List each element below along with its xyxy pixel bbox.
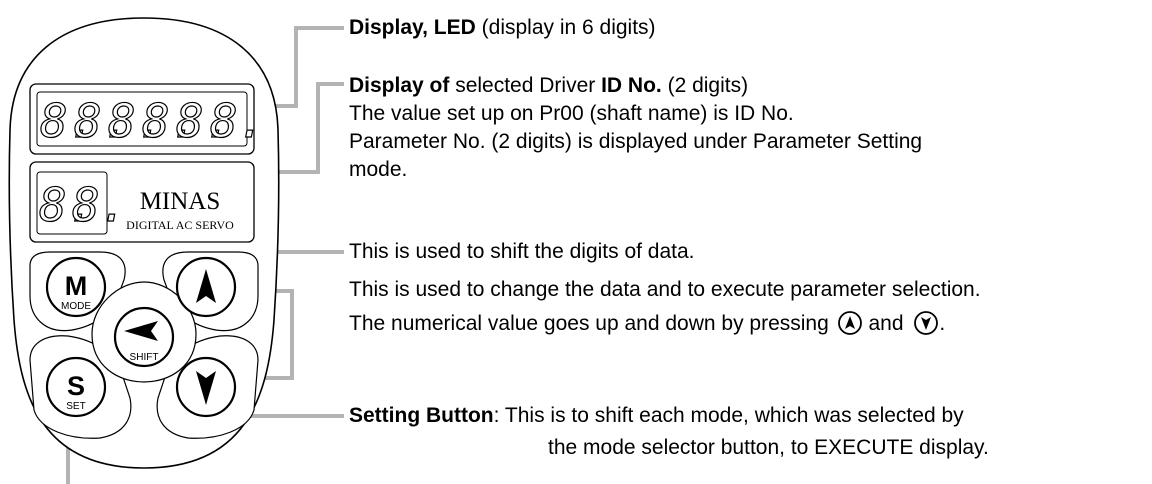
brand-name: MINAS [140,188,221,215]
id-digit: 8. [72,178,127,232]
callout-id-line2: The value set up on Pr00 (shaft name) is… [349,102,794,125]
mode-button-caption: MODE [61,301,91,312]
callout-id-line1: Display of selected Driver ID No. (2 dig… [349,72,922,100]
up-button[interactable] [175,256,237,318]
callout-updown-line2: The numerical value goes up and down by … [349,310,981,338]
callout-updown-line2-b: and [862,312,904,335]
callout-set-line2: the mode selector button, to EXECUTE dis… [548,436,989,459]
brand-subtitle: DIGITAL AC SERVO [126,218,234,232]
callout-id-bold2: ID No. [601,74,662,97]
id-digits: 8. 8. [38,177,128,232]
up-circle-icon [837,311,862,335]
callout-id-line4: mode. [349,158,408,181]
mode-button[interactable]: M MODE [45,256,107,318]
callout-led-title: Display, LED [349,16,476,39]
callout-set-line1: Setting Button: This is to shift each mo… [349,402,989,430]
led-digits: 8. 8. 8. 8. 8. 8. [39,93,266,148]
down-button[interactable] [175,356,237,418]
set-button-caption: SET [66,401,85,412]
callout-updown-line2-a: The numerical value goes up and down by … [349,312,829,335]
callout-set: Setting Button: This is to shift each mo… [349,402,989,462]
callout-id: Display of selected Driver ID No. (2 dig… [349,72,922,184]
callout-set-title: Setting Button [349,404,494,427]
callout-id-bold1: Display of [349,74,450,97]
callout-id-rest: (2 digits) [661,74,749,97]
set-button-letter: S [67,371,85,401]
callout-updown-line2-c: . [939,312,946,335]
shift-button-caption: SHIFT [130,352,159,363]
callout-led-desc: (display in 6 digits) [475,16,656,39]
shift-button[interactable]: SHIFT [113,306,175,368]
callout-id-line3: Parameter No. (2 digits) is displayed un… [349,130,923,153]
callout-id-mid: selected Driver [449,74,602,97]
callout-shift: This is used to shift the digits of data… [349,240,695,263]
set-button[interactable]: S SET [45,356,107,418]
mode-button-letter: M [65,271,88,301]
led-digit: 8. [210,94,265,148]
down-circle-icon [914,311,939,335]
callout-led: Display, LED (display in 6 digits) [349,14,656,42]
callout-set-desc: : This is to shift each mode, which was … [493,404,964,427]
callout-updown-line1: This is used to change the data and to e… [349,278,981,301]
callout-updown: This is used to change the data and to e… [349,276,981,338]
